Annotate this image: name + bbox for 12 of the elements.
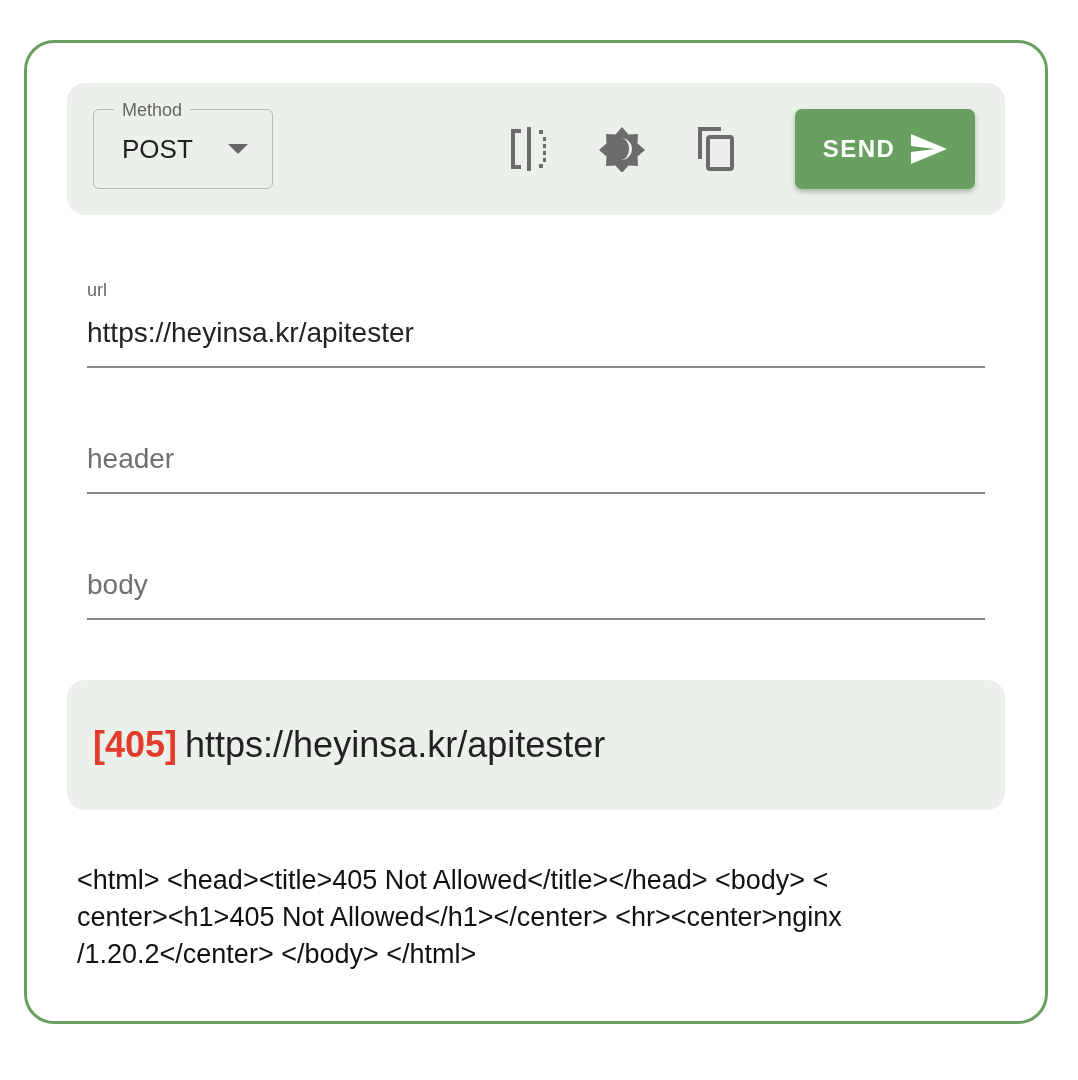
response-body: <html> <head><title>405 Not Allowed</title></head> <body> < center><h1>405 Not Allowed</h1></center> <hr><center>nginx /1.20.2</center> </body> </html> [77,864,843,971]
caret-icon [228,144,248,154]
text-field[interactable]: body [87,564,985,618]
send-icon [911,134,948,164]
status-code: [405] [93,723,178,767]
url-field[interactable]: https://heyinsa.kr/apitester [87,312,985,366]
copy-icon[interactable] [695,126,735,172]
brightness-icon[interactable] [599,126,645,172]
text-field[interactable]: header [87,438,985,492]
response-url: https://heyinsa.kr/apitester [185,723,606,767]
field-label: url [87,279,108,302]
split-view-icon[interactable] [509,127,549,171]
